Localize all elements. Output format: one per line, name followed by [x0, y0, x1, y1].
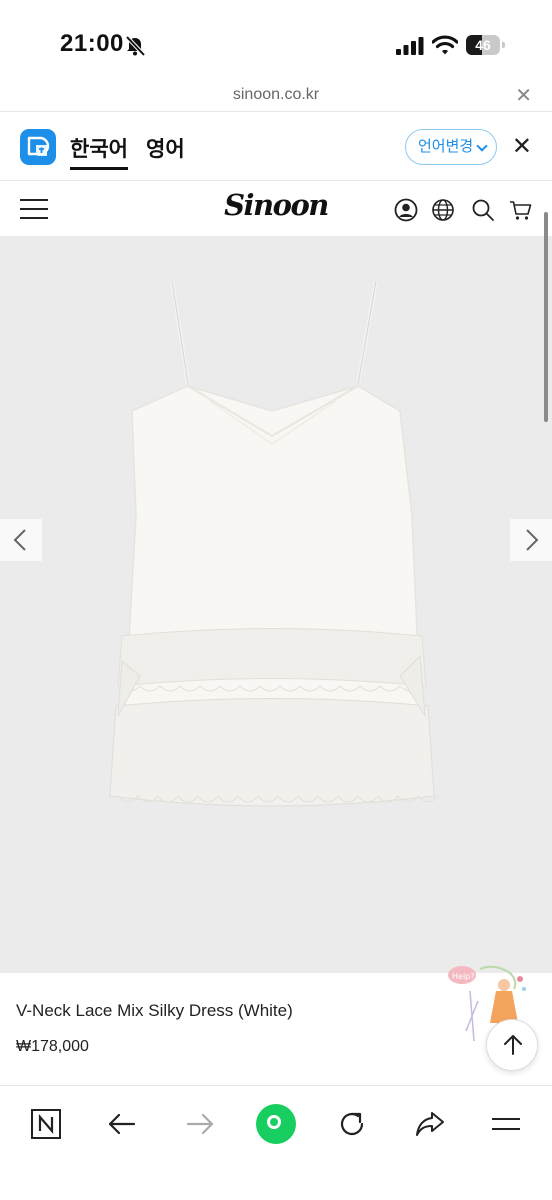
- signal-icon: [396, 37, 424, 55]
- arrow-up-icon: [504, 1035, 522, 1055]
- product-info: V-Neck Lace Mix Silky Dress (White) ₩178…: [0, 965, 552, 1085]
- product-name: V-Neck Lace Mix Silky Dress (White): [16, 1001, 293, 1020]
- url-bar[interactable]: sinoon.co.kr ✕: [0, 84, 552, 112]
- product-image-gallery[interactable]: [0, 212, 552, 973]
- reload-button[interactable]: [330, 1102, 374, 1146]
- browser-menu-button[interactable]: [484, 1102, 528, 1146]
- tab-english[interactable]: 영어: [146, 133, 185, 163]
- bell-muted-icon: [125, 35, 146, 57]
- scroll-to-top-button[interactable]: [486, 1019, 538, 1071]
- help-label: Help?: [452, 972, 474, 981]
- back-button[interactable]: [100, 1102, 144, 1146]
- search-icon[interactable]: [471, 198, 495, 222]
- change-language-label: 언어변경: [418, 138, 474, 155]
- url-domain[interactable]: sinoon.co.kr: [0, 86, 552, 104]
- forward-arrow-icon: [186, 1113, 214, 1135]
- site-logo[interactable]: Sinoon: [0, 188, 552, 222]
- share-button[interactable]: [408, 1102, 452, 1146]
- cart-icon[interactable]: [509, 198, 533, 222]
- chevron-right-icon: [526, 529, 539, 551]
- globe-icon[interactable]: [431, 198, 455, 222]
- change-language-button[interactable]: 언어변경: [405, 129, 497, 165]
- share-icon: [416, 1112, 444, 1136]
- forward-button[interactable]: [178, 1102, 222, 1146]
- translate-bar: 한국어 영어 언어변경 ✕: [0, 113, 552, 181]
- account-icon[interactable]: [394, 198, 418, 222]
- battery-text: 46: [475, 37, 491, 53]
- home-button[interactable]: [254, 1102, 298, 1146]
- close-icon[interactable]: ✕: [515, 86, 532, 106]
- chevron-down-icon: [476, 140, 488, 152]
- battery-indicator: 46: [466, 35, 506, 55]
- status-time: 21:00: [60, 30, 124, 57]
- browser-bottom-bar: [0, 1085, 552, 1200]
- menu-icon: [492, 1118, 520, 1130]
- status-bar: 21:00 46: [0, 0, 552, 84]
- back-arrow-icon: [108, 1113, 136, 1135]
- naver-icon: [31, 1109, 61, 1139]
- close-translate-icon[interactable]: ✕: [512, 135, 532, 159]
- site-header: Sinoon: [0, 182, 552, 236]
- wifi-icon: [432, 35, 458, 55]
- product-image-dress: [109, 280, 439, 807]
- tab-korean[interactable]: 한국어: [70, 133, 128, 170]
- translate-app-icon[interactable]: [20, 129, 56, 165]
- chevron-left-icon: [13, 529, 26, 551]
- gallery-next-button[interactable]: [510, 519, 552, 561]
- gallery-prev-button[interactable]: [0, 519, 42, 561]
- scrollbar-thumb[interactable]: [544, 212, 548, 422]
- naver-button[interactable]: [24, 1102, 68, 1146]
- reload-icon: [340, 1112, 364, 1136]
- product-price: ₩178,000: [16, 1038, 89, 1055]
